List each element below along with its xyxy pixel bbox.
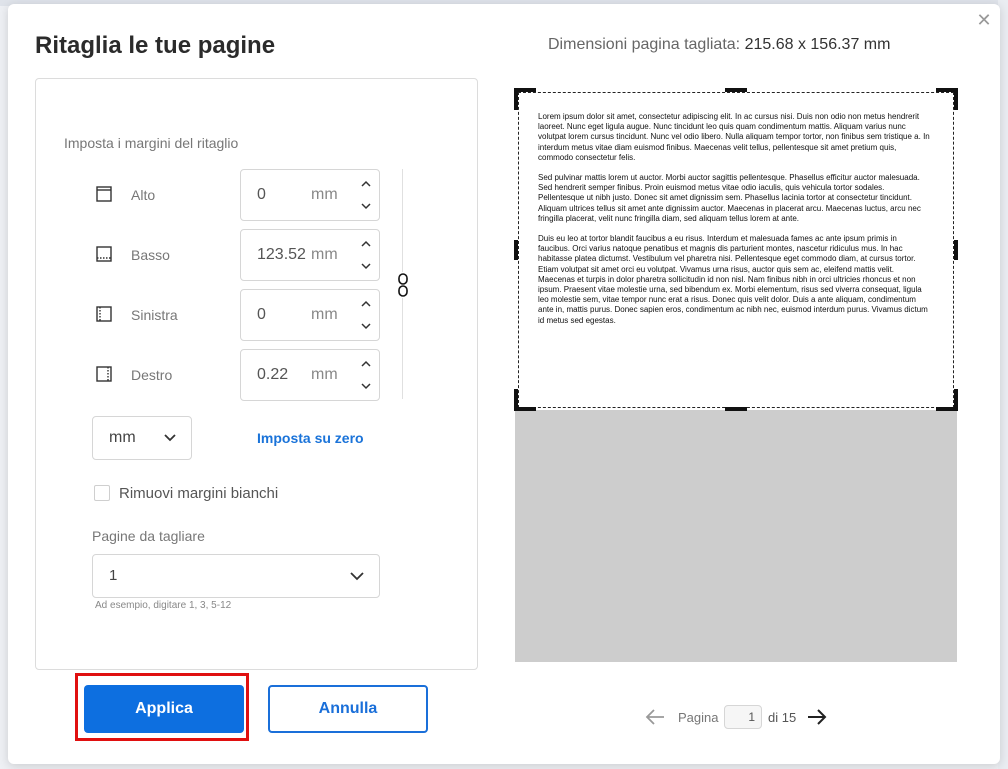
crop-handle-bottom-right[interactable] [954, 389, 958, 411]
page-paragraph: Sed pulvinar mattis lorem ut auctor. Mor… [538, 173, 921, 223]
margin-left-value[interactable]: 0 [257, 306, 266, 324]
unit-select-value: mm [109, 429, 136, 446]
apply-button[interactable]: Applica [84, 685, 244, 733]
margin-top-value[interactable]: 0 [257, 186, 266, 204]
margin-right-icon [96, 366, 112, 382]
margin-bottom-value[interactable]: 123.52 [257, 246, 306, 264]
chevron-up-icon[interactable] [357, 355, 375, 373]
chevron-up-icon[interactable] [357, 175, 375, 193]
margin-left-icon [96, 306, 112, 322]
chevron-down-icon[interactable] [357, 377, 375, 395]
pager-label: Pagina [678, 710, 719, 725]
margin-right-field[interactable]: 0.22 mm [240, 349, 380, 401]
crop-handle-bottom[interactable] [725, 407, 747, 411]
margin-top-label: Alto [131, 187, 156, 203]
crop-handle-top[interactable] [725, 88, 747, 92]
chevron-down-icon [164, 434, 176, 442]
margins-section-label: Imposta i margini del ritaglio [64, 135, 239, 151]
margin-bottom-field[interactable]: 123.52 mm [240, 229, 380, 281]
page-text: Lorem ipsum dolor sit amet, consectetur … [538, 112, 930, 336]
pager-total: di 15 [768, 710, 797, 725]
chevron-up-icon[interactable] [357, 235, 375, 253]
close-icon[interactable]: ✕ [974, 10, 994, 30]
crop-handle-top-left[interactable] [514, 88, 518, 110]
crop-handle-top-right[interactable] [954, 88, 958, 110]
margin-left-field[interactable]: 0 mm [240, 289, 380, 341]
arrow-right-icon[interactable] [806, 707, 828, 727]
margin-left-label: Sinistra [131, 307, 178, 323]
page-paragraph: Lorem ipsum dolor sit amet, consectetur … [538, 112, 930, 162]
margin-top-icon [96, 186, 112, 202]
dimensions-label: Dimensioni pagina tagliata: [548, 36, 741, 53]
chevron-down-icon[interactable] [357, 197, 375, 215]
page-paragraph: Duis eu leo at tortor blandit faucibus a… [538, 234, 928, 325]
pages-label: Pagine da tagliare [92, 528, 205, 544]
crop-handle-bottom-left[interactable] [514, 389, 518, 411]
reset-to-zero-link[interactable]: Imposta su zero [257, 430, 364, 446]
margin-left-unit: mm [311, 306, 338, 323]
pages-select-value: 1 [109, 567, 118, 584]
margin-bottom-icon [96, 246, 112, 262]
chevron-up-icon[interactable] [357, 295, 375, 313]
crop-handle-left[interactable] [514, 240, 518, 260]
crop-dimensions: Dimensioni pagina tagliata: 215.68 x 156… [548, 36, 890, 54]
margin-top-unit: mm [311, 186, 338, 203]
chevron-down-icon [350, 572, 364, 581]
margin-right-label: Destro [131, 367, 173, 383]
crop-dialog: Ritaglia le tue pagine Dimensioni pagina… [8, 4, 1000, 764]
cancel-button[interactable]: Annulla [268, 685, 428, 733]
dialog-title: Ritaglia le tue pagine [35, 32, 276, 59]
chevron-down-icon[interactable] [357, 257, 375, 275]
arrow-left-icon[interactable] [644, 707, 666, 727]
margin-bottom-label: Basso [131, 247, 170, 263]
link-icon[interactable] [396, 272, 410, 298]
margin-right-unit: mm [311, 366, 338, 383]
remove-white-margins-checkbox[interactable] [94, 485, 110, 501]
margin-right-value[interactable]: 0.22 [257, 366, 288, 384]
margin-top-field[interactable]: 0 mm [240, 169, 380, 221]
crop-handle-right[interactable] [954, 240, 958, 260]
unit-select[interactable]: mm [92, 416, 192, 460]
pages-select[interactable]: 1 [92, 554, 380, 598]
remove-white-margins-label[interactable]: Rimuovi margini bianchi [119, 485, 278, 502]
page-number-input[interactable] [724, 705, 762, 729]
dimensions-value: 215.68 x 156.37 mm [744, 36, 891, 53]
margin-bottom-unit: mm [311, 246, 338, 263]
pages-hint: Ad esempio, digitare 1, 3, 5-12 [95, 600, 232, 611]
chevron-down-icon[interactable] [357, 317, 375, 335]
